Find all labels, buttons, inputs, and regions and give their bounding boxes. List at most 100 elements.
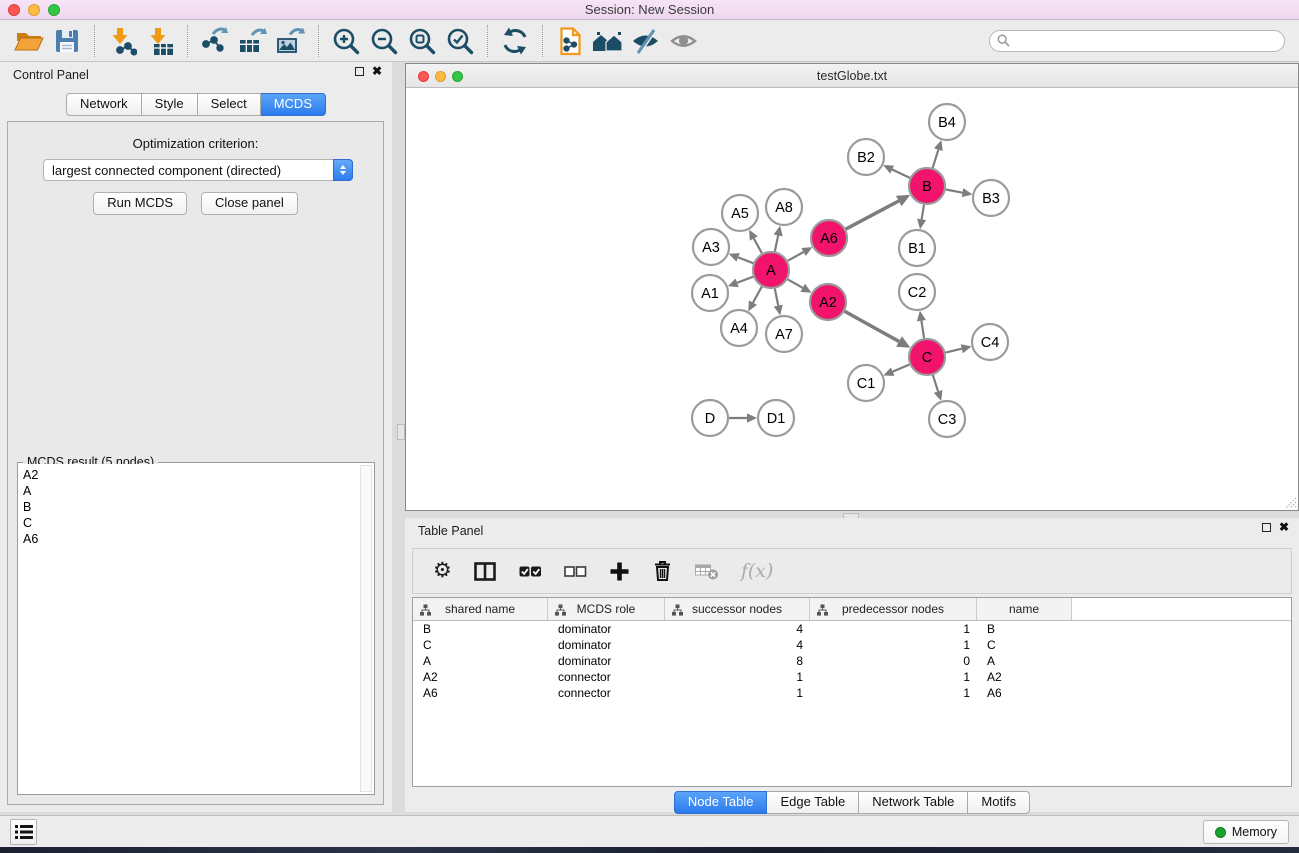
show-all-button[interactable] xyxy=(665,23,703,59)
table-cell[interactable]: C xyxy=(977,638,1072,652)
column-header-name[interactable]: name xyxy=(977,598,1072,620)
table-cell[interactable]: 0 xyxy=(810,654,977,668)
graph-node-C[interactable]: C xyxy=(909,339,945,375)
graph-node-C2[interactable]: C2 xyxy=(899,274,935,310)
table-cell[interactable]: B xyxy=(413,622,548,636)
graph-node-A5[interactable]: A5 xyxy=(722,195,758,231)
result-list-scrollbar[interactable] xyxy=(360,465,372,792)
task-history-button[interactable] xyxy=(10,819,37,845)
graph-edge-A6-B[interactable] xyxy=(846,201,899,229)
node-table[interactable]: shared nameMCDS rolesuccessor nodesprede… xyxy=(412,597,1292,787)
new-network-from-selection-button[interactable] xyxy=(551,23,589,59)
table-cell[interactable]: connector xyxy=(548,670,665,684)
table-cell[interactable]: C xyxy=(413,638,548,652)
tab-node-table[interactable]: Node Table xyxy=(674,791,768,814)
graph-edge-A-A8[interactable] xyxy=(775,235,778,251)
graph-edge-A-A5[interactable] xyxy=(754,238,762,253)
graph-node-D1[interactable]: D1 xyxy=(758,400,794,436)
mcds-result-item[interactable]: A2 xyxy=(23,467,373,483)
delete-table-button[interactable] xyxy=(695,561,719,581)
function-builder-label[interactable]: f(x) xyxy=(741,560,774,582)
graph-node-B3[interactable]: B3 xyxy=(973,180,1009,216)
close-panel-icon[interactable]: ✖ xyxy=(1279,523,1289,532)
table-cell[interactable]: B xyxy=(977,622,1072,636)
memory-button[interactable]: Memory xyxy=(1203,820,1289,844)
refresh-view-button[interactable] xyxy=(496,23,534,59)
vertical-splitter-handle[interactable] xyxy=(397,424,405,440)
graph-edge-A-A7[interactable] xyxy=(775,289,778,306)
graph-node-A1[interactable]: A1 xyxy=(692,275,728,311)
zoom-fit-content-button[interactable] xyxy=(403,23,441,59)
tab-network[interactable]: Network xyxy=(66,93,142,116)
table-cell[interactable]: connector xyxy=(548,686,665,700)
column-header-successor-nodes[interactable]: successor nodes xyxy=(665,598,810,620)
graph-edge-B-B1[interactable] xyxy=(922,205,924,220)
graph-node-A8[interactable]: A8 xyxy=(766,189,802,225)
graph-node-A6[interactable]: A6 xyxy=(811,220,847,256)
graph-edge-A-A3[interactable] xyxy=(738,257,753,263)
delete-column-button[interactable] xyxy=(652,560,673,582)
graph-edge-A-A1[interactable] xyxy=(737,277,753,283)
graph-edge-A-A4[interactable] xyxy=(753,287,762,303)
mcds-result-item[interactable]: A xyxy=(23,483,373,499)
table-cell[interactable]: dominator xyxy=(548,638,665,652)
table-cell[interactable]: 1 xyxy=(665,670,810,684)
mcds-result-item[interactable]: C xyxy=(23,515,373,531)
table-cell[interactable]: A xyxy=(977,654,1072,668)
table-row[interactable]: A2connector11A2 xyxy=(413,669,1291,685)
column-header-predecessor-nodes[interactable]: predecessor nodes xyxy=(810,598,977,620)
float-panel-icon[interactable] xyxy=(1262,523,1271,532)
criterion-dropdown[interactable]: largest connected component (directed) xyxy=(43,159,353,181)
mcds-result-item[interactable]: A6 xyxy=(23,531,373,547)
zoom-in-button[interactable] xyxy=(327,23,365,59)
zoom-out-button[interactable] xyxy=(365,23,403,59)
import-network-button[interactable] xyxy=(103,23,141,59)
import-table-button[interactable] xyxy=(141,23,179,59)
tab-edge-table[interactable]: Edge Table xyxy=(767,791,859,814)
table-cell[interactable]: 4 xyxy=(665,638,810,652)
graph-edge-A2-C[interactable] xyxy=(845,311,899,341)
graph-edge-B-B4[interactable] xyxy=(933,150,939,168)
split-view-button[interactable] xyxy=(474,561,497,582)
graph-node-A4[interactable]: A4 xyxy=(721,310,757,346)
graph-edge-B-B3[interactable] xyxy=(946,190,963,193)
graph-edge-A-A2[interactable] xyxy=(788,279,803,288)
table-cell[interactable]: A2 xyxy=(977,670,1072,684)
select-all-button[interactable] xyxy=(519,561,542,582)
graph-node-C1[interactable]: C1 xyxy=(848,365,884,401)
table-cell[interactable]: A xyxy=(413,654,548,668)
table-cell[interactable]: A2 xyxy=(413,670,548,684)
export-table-button[interactable] xyxy=(234,23,272,59)
save-session-button[interactable] xyxy=(48,23,86,59)
resize-grip-icon[interactable] xyxy=(1283,495,1297,509)
graph-node-A[interactable]: A xyxy=(753,252,789,288)
graph-node-B4[interactable]: B4 xyxy=(929,104,965,140)
tab-motifs[interactable]: Motifs xyxy=(968,791,1030,814)
tab-network-table[interactable]: Network Table xyxy=(859,791,968,814)
tab-select[interactable]: Select xyxy=(198,93,261,116)
hide-selected-button[interactable] xyxy=(627,23,665,59)
table-cell[interactable]: 1 xyxy=(665,686,810,700)
home-button[interactable] xyxy=(589,23,627,59)
table-row[interactable]: A6connector11A6 xyxy=(413,685,1291,701)
graph-edge-C-C4[interactable] xyxy=(945,349,961,353)
table-row[interactable]: Adominator80A xyxy=(413,653,1291,669)
graph-node-B2[interactable]: B2 xyxy=(848,139,884,175)
table-cell[interactable]: 1 xyxy=(810,622,977,636)
graph-edge-B-B2[interactable] xyxy=(892,169,910,177)
float-panel-icon[interactable] xyxy=(355,67,364,76)
table-cell[interactable]: A6 xyxy=(413,686,548,700)
zoom-selected-button[interactable] xyxy=(441,23,479,59)
mcds-result-list[interactable]: A2ABCA6 xyxy=(19,464,373,793)
deselect-all-button[interactable] xyxy=(564,561,587,582)
table-row[interactable]: Cdominator41C xyxy=(413,637,1291,653)
table-cell[interactable]: 1 xyxy=(810,670,977,684)
table-cell[interactable]: 8 xyxy=(665,654,810,668)
graph-node-D[interactable]: D xyxy=(692,400,728,436)
table-cell[interactable]: 4 xyxy=(665,622,810,636)
export-image-button[interactable] xyxy=(272,23,310,59)
graph-node-B1[interactable]: B1 xyxy=(899,230,935,266)
open-session-button[interactable] xyxy=(10,23,48,59)
table-settings-button[interactable]: ⚙ xyxy=(433,561,452,581)
graph-node-B[interactable]: B xyxy=(909,168,945,204)
